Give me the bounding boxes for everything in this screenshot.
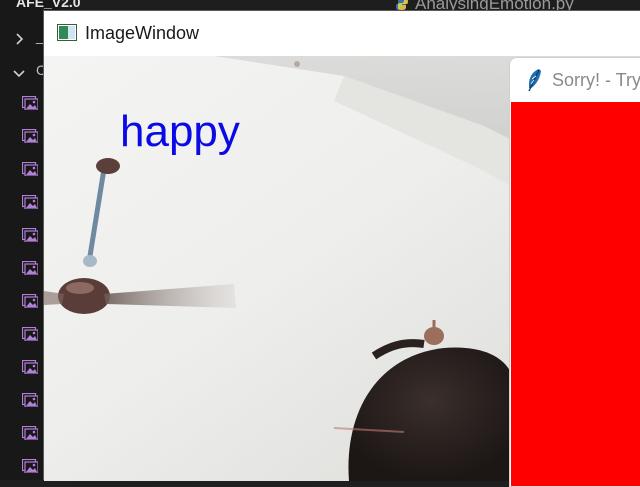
image-file-icon[interactable] (22, 261, 38, 275)
python-file-icon (395, 0, 409, 10)
image-file-icon[interactable] (22, 228, 38, 242)
chevron-right-icon[interactable] (12, 32, 26, 46)
sorry-window[interactable]: Sorry! - Try (509, 57, 640, 487)
editor-tab[interactable]: AnalysingEmotion.py (395, 0, 574, 13)
chevron-down-icon[interactable] (12, 66, 26, 80)
sorry-window-red-panel (511, 102, 640, 486)
explorer-title: AFE_V2.0 (16, 0, 81, 10)
image-file-icon[interactable] (22, 162, 38, 176)
image-file-icon[interactable] (22, 195, 38, 209)
image-window-titlebar[interactable]: ImageWindow (44, 11, 640, 56)
image-file-icon[interactable] (22, 96, 38, 110)
image-file-icon[interactable] (22, 426, 38, 440)
image-file-icon[interactable] (22, 459, 38, 473)
image-file-icon[interactable] (22, 393, 38, 407)
feather-icon (525, 68, 543, 92)
emotion-label: happy (120, 107, 240, 156)
image-file-icon[interactable] (22, 327, 38, 341)
image-window-title: ImageWindow (85, 23, 200, 43)
image-file-icon[interactable] (22, 294, 38, 308)
sorry-window-titlebar[interactable]: Sorry! - Try (510, 58, 640, 102)
sorry-window-title: Sorry! - Try (552, 70, 640, 90)
image-file-icon[interactable] (22, 129, 38, 143)
window-app-icon (57, 24, 77, 41)
image-file-icon[interactable] (22, 360, 38, 374)
